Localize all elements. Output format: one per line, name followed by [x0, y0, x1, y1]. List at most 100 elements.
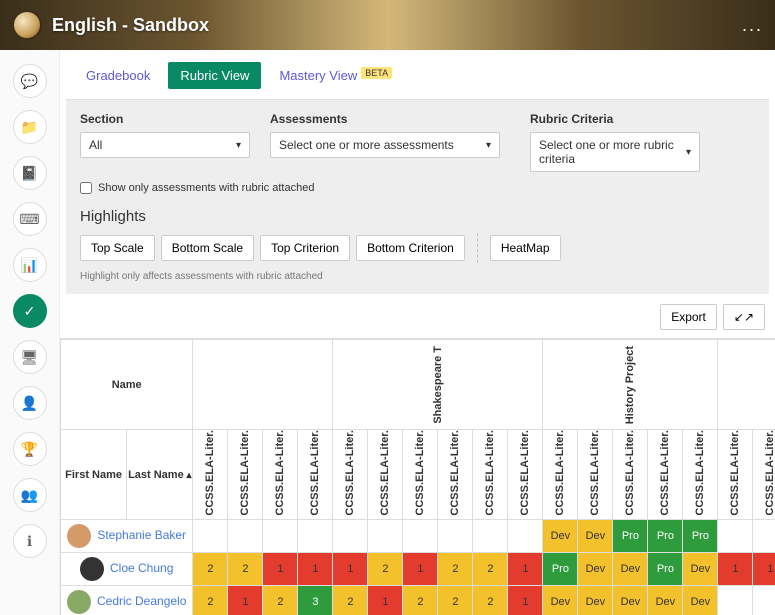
tab-mastery-view[interactable]: Mastery ViewBETA [267, 62, 404, 89]
score-cell[interactable]: 1 [228, 586, 263, 615]
info-icon[interactable]: ℹ [13, 524, 47, 558]
notebook-icon[interactable]: 📓 [13, 156, 47, 190]
first-name-header[interactable]: First Name [61, 430, 127, 520]
score-cell[interactable]: Dev [578, 520, 613, 553]
chart-icon[interactable]: 📊 [13, 248, 47, 282]
score-cell[interactable] [193, 520, 228, 553]
last-name-header[interactable]: Last Name [127, 430, 193, 520]
score-cell[interactable]: 1 [718, 553, 753, 586]
score-cell[interactable]: Dev [578, 586, 613, 615]
bottom-scale-button[interactable]: Bottom Scale [161, 235, 254, 261]
score-cell[interactable]: Pro [543, 553, 578, 586]
tab-gradebook[interactable]: Gradebook [74, 62, 162, 89]
standard-header[interactable]: CCSS.ELA-Liter. [473, 430, 508, 520]
standard-header[interactable]: CCSS.ELA-Liter. [368, 430, 403, 520]
standard-header[interactable]: CCSS.ELA-Liter. [648, 430, 683, 520]
trophy-icon[interactable]: 🏆 [13, 432, 47, 466]
score-cell[interactable]: 2 [368, 553, 403, 586]
group-icon[interactable]: 👥 [13, 478, 47, 512]
group-header[interactable]: History Project [543, 340, 718, 430]
score-cell[interactable] [368, 520, 403, 553]
user-icon[interactable]: 👤 [13, 386, 47, 420]
student-link[interactable]: Cedric Deangelo [97, 594, 186, 608]
score-cell[interactable]: 2 [473, 586, 508, 615]
assessments-select[interactable]: Select one or more assessments ▾ [270, 132, 500, 158]
score-cell[interactable]: Dev [578, 553, 613, 586]
score-cell[interactable] [298, 520, 333, 553]
score-cell[interactable] [718, 586, 753, 615]
score-cell[interactable] [753, 520, 775, 553]
score-cell[interactable]: 1 [263, 553, 298, 586]
score-cell[interactable]: 2 [438, 553, 473, 586]
monitor-icon[interactable]: 🖥 [13, 340, 47, 374]
score-cell[interactable]: Dev [683, 553, 718, 586]
score-cell[interactable] [718, 520, 753, 553]
standard-header[interactable]: CCSS.ELA-Liter. [298, 430, 333, 520]
rubric-select[interactable]: Select one or more rubric criteria ▾ [530, 132, 700, 172]
score-cell[interactable]: Pro [648, 553, 683, 586]
score-cell[interactable]: 2 [193, 586, 228, 615]
score-cell[interactable]: Dev [648, 586, 683, 615]
score-cell[interactable]: 1 [403, 553, 438, 586]
score-cell[interactable]: 1 [753, 553, 775, 586]
score-cell[interactable]: 2 [228, 553, 263, 586]
standard-header[interactable]: CCSS.ELA-Liter. [333, 430, 368, 520]
standard-header[interactable]: CCSS.ELA-Liter. [613, 430, 648, 520]
score-cell[interactable]: 1 [368, 586, 403, 615]
score-cell[interactable]: Dev [543, 586, 578, 615]
score-cell[interactable]: 2 [333, 586, 368, 615]
standard-header[interactable]: CCSS.ELA-Liter. [718, 430, 753, 520]
section-select[interactable]: All ▾ [80, 132, 250, 158]
score-cell[interactable]: 2 [473, 553, 508, 586]
score-cell[interactable] [508, 520, 543, 553]
folder-icon[interactable]: 📁 [13, 110, 47, 144]
score-cell[interactable]: 1 [333, 553, 368, 586]
score-cell[interactable] [263, 520, 298, 553]
score-cell[interactable]: Dev [543, 520, 578, 553]
show-only-rubric-checkbox[interactable] [80, 182, 92, 194]
score-cell[interactable] [333, 520, 368, 553]
heatmap-button[interactable]: HeatMap [490, 235, 561, 261]
score-cell[interactable]: Dev [613, 553, 648, 586]
score-cell[interactable]: 2 [403, 586, 438, 615]
score-cell[interactable] [473, 520, 508, 553]
standard-header[interactable]: CCSS.ELA-Liter. [403, 430, 438, 520]
score-cell[interactable]: Pro [683, 520, 718, 553]
student-cell[interactable]: Cedric Deangelo [61, 586, 193, 615]
standard-header[interactable]: CCSS.ELA-Liter. [508, 430, 543, 520]
standard-header[interactable]: CCSS.ELA-Liter. [543, 430, 578, 520]
score-cell[interactable]: 2 [263, 586, 298, 615]
score-cell[interactable]: 1 [508, 553, 543, 586]
standard-header[interactable]: CCSS.ELA-Liter. [683, 430, 718, 520]
checkmark-icon[interactable]: ✓ [13, 294, 47, 328]
keyboard-icon[interactable]: ⌨ [13, 202, 47, 236]
score-cell[interactable] [403, 520, 438, 553]
standard-header[interactable]: CCSS.ELA-Liter. [578, 430, 613, 520]
score-cell[interactable]: Pro [648, 520, 683, 553]
score-cell[interactable]: 3 [298, 586, 333, 615]
export-button[interactable]: Export [660, 304, 717, 330]
group-header[interactable] [718, 340, 775, 430]
bottom-criterion-button[interactable]: Bottom Criterion [356, 235, 465, 261]
score-cell[interactable]: Dev [613, 586, 648, 615]
group-header[interactable] [193, 340, 333, 430]
score-cell[interactable]: 1 [298, 553, 333, 586]
score-cell[interactable]: Pro [613, 520, 648, 553]
tab-rubric-view[interactable]: Rubric View [168, 62, 261, 89]
top-criterion-button[interactable]: Top Criterion [260, 235, 350, 261]
score-cell[interactable] [228, 520, 263, 553]
score-cell[interactable] [438, 520, 473, 553]
more-icon[interactable]: ... [742, 15, 763, 36]
student-cell[interactable]: Stephanie Baker [61, 520, 193, 553]
top-scale-button[interactable]: Top Scale [80, 235, 155, 261]
standard-header[interactable]: CCSS.ELA-Liter. [438, 430, 473, 520]
standard-header[interactable]: CCSS.ELA-Liter. [228, 430, 263, 520]
standard-header[interactable]: CCSS.ELA-Liter. [193, 430, 228, 520]
score-cell[interactable]: 2 [193, 553, 228, 586]
score-cell[interactable] [753, 586, 775, 615]
standard-header[interactable]: CCSS.ELA-Liter. [263, 430, 298, 520]
expand-button[interactable]: ↙↗ [723, 304, 765, 330]
student-cell[interactable]: Cloe Chung [61, 553, 193, 586]
comment-icon[interactable]: 💬 [13, 64, 47, 98]
score-cell[interactable]: 2 [438, 586, 473, 615]
